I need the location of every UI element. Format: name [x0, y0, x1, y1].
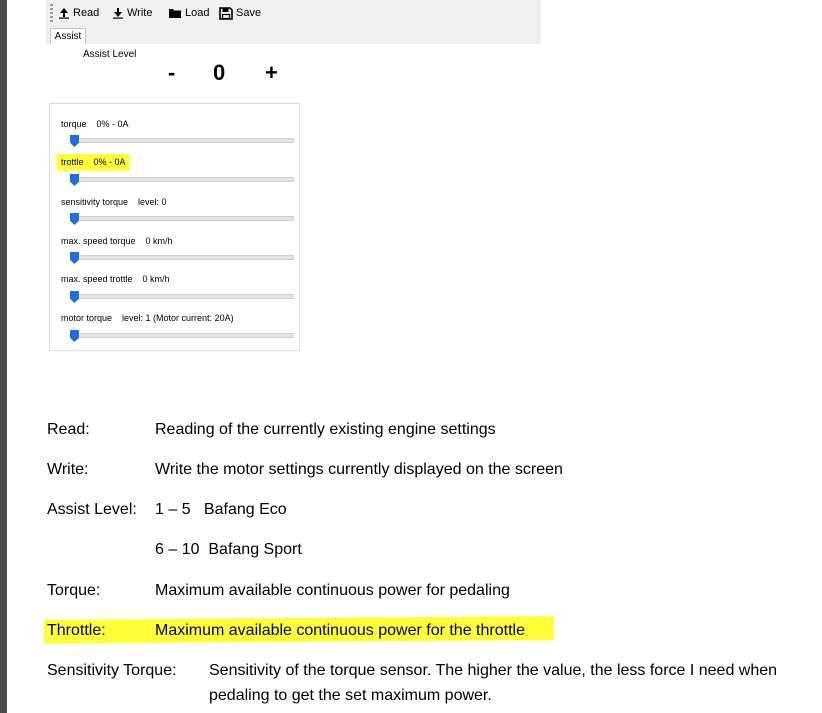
- doc-term-assist-level: Assist Level:: [47, 501, 137, 518]
- doc-desc-write: Write the motor settings currently displ…: [155, 461, 563, 478]
- arrow-up-icon: [59, 8, 69, 19]
- slider-label-sensitivity-torque: sensitivity torque level: 0: [61, 197, 167, 207]
- doc-term-write: Write:: [47, 461, 89, 478]
- load-label: Load: [185, 7, 210, 19]
- doc-desc-assist-sport: 6 – 10 Bafang Sport: [155, 541, 302, 558]
- save-button[interactable]: Save: [219, 4, 261, 22]
- slider-track-trottle[interactable]: [74, 177, 294, 182]
- assist-level-value: 0: [213, 60, 226, 85]
- slider-track-sensitivity-torque[interactable]: [74, 216, 294, 221]
- doc-term-torque: Torque:: [47, 582, 101, 599]
- slider-track-max-speed-trottle[interactable]: [74, 294, 294, 299]
- doc-term-throttle: Throttle:: [47, 622, 106, 639]
- slider-thumb-motor-torque[interactable]: [70, 330, 79, 342]
- arrow-down-icon: [113, 8, 123, 19]
- doc-desc-assist-eco: 1 – 5 Bafang Eco: [155, 501, 287, 518]
- slider-label-motor-torque: motor torque level: 1 (Motor current: 20A…: [61, 313, 234, 323]
- doc-desc-sensitivity-line1: Sensitivity of the torque sensor. The hi…: [209, 662, 778, 679]
- slider-thumb-max-speed-torque[interactable]: [70, 252, 79, 264]
- doc-term-read: Read:: [47, 421, 90, 438]
- doc-desc-read: Reading of the currently existing engine…: [155, 421, 496, 438]
- toolbar-grip[interactable]: [50, 4, 53, 22]
- slider-thumb-torque[interactable]: [70, 135, 79, 147]
- assist-level-label: Assist Level: [83, 49, 137, 60]
- slider-label-trottle: trottle 0% - 0A: [57, 154, 130, 171]
- slider-track-max-speed-torque[interactable]: [74, 255, 294, 260]
- floppy-disk-icon: [219, 6, 233, 20]
- slider-label-max-speed-torque: max. speed torque 0 km/h: [61, 236, 173, 246]
- read-button[interactable]: Read: [58, 4, 99, 22]
- doc-desc-sensitivity-line2: pedaling to get the set maximum power.: [209, 687, 492, 704]
- write-label: Write: [127, 7, 153, 19]
- slider-thumb-max-speed-trottle[interactable]: [70, 291, 79, 303]
- folder-icon: [169, 9, 181, 18]
- write-button[interactable]: Write: [112, 4, 152, 22]
- slider-group: torque 0% - 0A trottle 0% - 0A sensitivity…: [49, 103, 300, 351]
- app-window: Read Write Load Save Assist Assist Level…: [46, 0, 541, 358]
- slider-label-torque: torque 0% - 0A: [61, 119, 129, 129]
- read-label: Read: [73, 7, 100, 19]
- page-left-border: [0, 0, 7, 713]
- assist-increment-button[interactable]: +: [265, 60, 278, 86]
- toolbar: Read Write Load Save: [46, 0, 541, 26]
- assist-decrement-button[interactable]: -: [168, 60, 175, 86]
- slider-thumb-trottle[interactable]: [70, 174, 79, 186]
- doc-desc-throttle: Maximum available continuous power for t…: [155, 622, 525, 639]
- slider-label-max-speed-trottle: max. speed trottle 0 km/h: [61, 274, 170, 284]
- doc-term-sensitivity-torque: Sensitivity Torque:: [47, 662, 177, 679]
- slider-track-torque[interactable]: [74, 138, 294, 143]
- slider-thumb-sensitivity-torque[interactable]: [70, 213, 79, 225]
- slider-track-motor-torque[interactable]: [74, 333, 294, 338]
- doc-desc-torque: Maximum available continuous power for p…: [155, 582, 510, 599]
- save-label: Save: [236, 7, 262, 19]
- tab-assist[interactable]: Assist: [50, 28, 86, 45]
- load-button[interactable]: Load: [168, 4, 209, 22]
